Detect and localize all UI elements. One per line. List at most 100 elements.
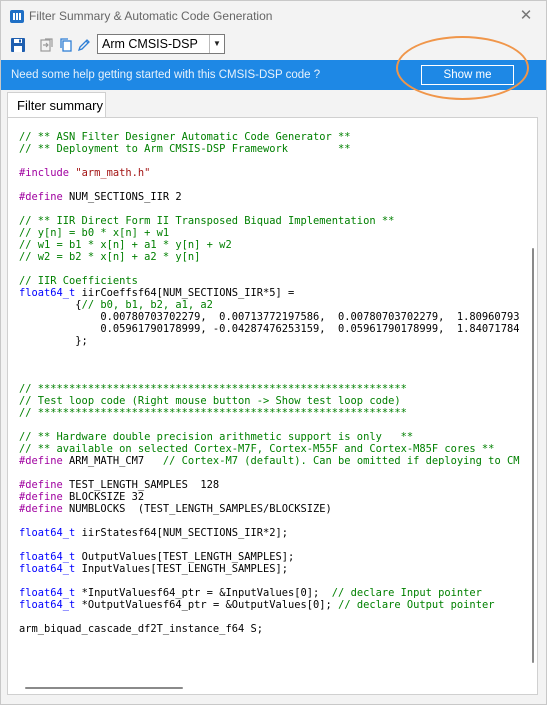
code-line: #define NUM_SECTIONS_IIR 2 — [19, 191, 519, 203]
code-line: // IIR Coefficients — [19, 275, 519, 287]
code-token: "arm_math.h" — [75, 167, 151, 179]
code-token: ARM_MATH_CM7 — [62, 455, 163, 467]
code-token: #define — [19, 479, 63, 491]
code-generation-window: Filter Summary & Automatic Code Generati… — [0, 0, 547, 705]
code-line: // ** IIR Direct Form II Transposed Biqu… — [19, 215, 519, 227]
export-icon[interactable] — [39, 37, 55, 53]
code-line: // *************************************… — [19, 407, 519, 419]
code-line: // *************************************… — [19, 383, 519, 395]
code-token: InputValues[TEST_LENGTH_SAMPLES]; — [75, 563, 289, 575]
code-token: // Test loop code (Right mouse button ->… — [19, 395, 401, 407]
code-token: 0.00780703702279, 0.00713772197586, 0.00… — [19, 311, 520, 323]
edit-icon[interactable] — [76, 37, 92, 53]
code-token: // ** IIR Direct Form II Transposed Biqu… — [19, 215, 395, 227]
code-line: }; — [19, 335, 519, 347]
code-token: *InputValuesf64_ptr = &InputValues[0]; — [75, 587, 332, 599]
tab-filter-summary[interactable]: Filter summary — [7, 92, 106, 118]
code-token: // Cortex-M7 (default). Can be omitted i… — [162, 455, 520, 467]
code-line: // w1 = b1 * x[n] + a1 * y[n] + w2 — [19, 239, 519, 251]
code-line: #define BLOCKSIZE 32 — [19, 491, 519, 503]
code-line: float64_t *OutputValuesf64_ptr = &Output… — [19, 599, 519, 611]
code-line: // ** Hardware double precision arithmet… — [19, 431, 519, 443]
code-line: // ** ASN Filter Designer Automatic Code… — [19, 131, 519, 143]
code-token: float64_t — [19, 599, 76, 611]
code-line: // ** Deployment to Arm CMSIS-DSP Framew… — [19, 143, 519, 155]
code-line: #define ARM_MATH_CM7 // Cortex-M7 (defau… — [19, 455, 519, 467]
code-token: // *************************************… — [19, 383, 407, 395]
code-line: {// b0, b1, b2, a1, a2 — [19, 299, 519, 311]
code-line: // w2 = b2 * x[n] + a2 * y[n] — [19, 251, 519, 263]
code-editor[interactable]: // ** ASN Filter Designer Automatic Code… — [7, 117, 538, 695]
horizontal-scrollbar[interactable] — [25, 687, 183, 689]
save-icon[interactable] — [10, 37, 26, 53]
code-line: float64_t OutputValues[TEST_LENGTH_SAMPL… — [19, 551, 519, 563]
code-token: OutputValues[TEST_LENGTH_SAMPLES]; — [75, 551, 295, 563]
code-line: #include "arm_math.h" — [19, 167, 519, 179]
code-token: // y[n] = b0 * x[n] + w1 — [19, 227, 170, 239]
code-token: // declare Output pointer — [338, 599, 495, 611]
code-token: #define — [19, 503, 63, 515]
close-button[interactable]: ✕ — [516, 6, 536, 26]
help-text: Need some help getting started with this… — [11, 69, 321, 81]
code-token: // ** available on selected Cortex-M7F, … — [19, 443, 495, 455]
toolbar: Arm CMSIS-DSP ▼ — [1, 31, 546, 59]
code-token: float64_t — [19, 287, 76, 299]
code-line: float64_t iirCoeffsf64[NUM_SECTIONS_IIR*… — [19, 287, 519, 299]
code-token: float64_t — [19, 551, 76, 563]
code-line: // Test loop code (Right mouse button ->… — [19, 395, 519, 407]
code-line: float64_t InputValues[TEST_LENGTH_SAMPLE… — [19, 563, 519, 575]
code-token: }; — [19, 335, 88, 347]
code-token: #include — [19, 167, 76, 179]
copy-icon[interactable] — [58, 37, 74, 53]
code-token: // ** ASN Filter Designer Automatic Code… — [19, 131, 351, 143]
code-token: float64_t — [19, 587, 76, 599]
code-token: float64_t — [19, 527, 76, 539]
code-token: // declare Input pointer — [331, 587, 482, 599]
framework-select-value: Arm CMSIS-DSP — [102, 37, 198, 51]
framework-select[interactable]: Arm CMSIS-DSP ▼ — [97, 34, 225, 54]
tab-label: Filter summary — [17, 98, 103, 113]
code-line: // y[n] = b0 * x[n] + w1 — [19, 227, 519, 239]
code-token: 0.05961790178999, -0.04287476253159, 0.0… — [19, 323, 520, 335]
title-bar[interactable]: Filter Summary & Automatic Code Generati… — [1, 1, 546, 31]
code-line: 0.00780703702279, 0.00713772197586, 0.00… — [19, 311, 519, 323]
code-line: float64_t *InputValuesf64_ptr = &InputVa… — [19, 587, 519, 599]
code-token: // w1 = b1 * x[n] + a1 * y[n] + w2 — [19, 239, 232, 251]
vertical-scrollbar[interactable] — [532, 248, 534, 663]
code-token: TEST_LENGTH_SAMPLES 128 — [62, 479, 220, 491]
code-token: // ** Hardware double precision arithmet… — [19, 431, 414, 443]
code-line: #define NUMBLOCKS (TEST_LENGTH_SAMPLES/B… — [19, 503, 519, 515]
chevron-down-icon[interactable]: ▼ — [209, 35, 224, 53]
code-line: 0.05961790178999, -0.04287476253159, 0.0… — [19, 323, 519, 335]
code-token: NUMBLOCKS (TEST_LENGTH_SAMPLES/BLOCKSIZE… — [62, 503, 332, 515]
code-token: arm_biquad_cascade_df2T_instance_f64 S; — [19, 623, 263, 635]
code-token: #define — [19, 455, 63, 467]
help-banner: Need some help getting started with this… — [1, 60, 546, 90]
code-line: float64_t iirStatesf64[NUM_SECTIONS_IIR*… — [19, 527, 519, 539]
window-title: Filter Summary & Automatic Code Generati… — [29, 9, 273, 23]
code-token: float64_t — [19, 563, 76, 575]
code-token: #define — [19, 491, 63, 503]
code-token: // b0, b1, b2, a1, a2 — [81, 299, 213, 311]
code-token: { — [19, 299, 82, 311]
code-token: NUM_SECTIONS_IIR 2 — [62, 191, 182, 203]
code-line: arm_biquad_cascade_df2T_instance_f64 S; — [19, 623, 519, 635]
code-token: // w2 = b2 * x[n] + a2 * y[n] — [19, 251, 201, 263]
code-token: // ** Deployment to Arm CMSIS-DSP Framew… — [19, 143, 351, 155]
code-token: BLOCKSIZE 32 — [62, 491, 145, 503]
code-token: // *************************************… — [19, 407, 407, 419]
code-token: *OutputValuesf64_ptr = &OutputValues[0]; — [75, 599, 339, 611]
show-me-button[interactable]: Show me — [421, 65, 514, 85]
